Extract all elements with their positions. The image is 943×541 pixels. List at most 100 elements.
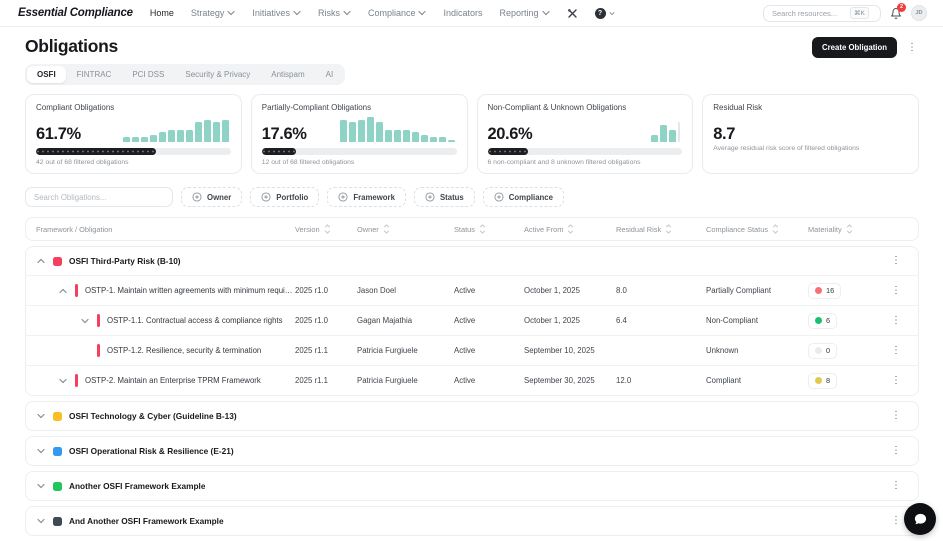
obligation-color-bar	[97, 314, 100, 327]
chat-widget-button[interactable]	[904, 503, 936, 535]
tools-icon[interactable]	[567, 8, 578, 19]
obligation-row[interactable]: OSTP-2. Maintain an Enterprise TPRM Fram…	[26, 365, 918, 395]
help-menu[interactable]: ?	[594, 7, 615, 19]
framework-color-marker	[53, 446, 62, 456]
expand-caret[interactable]	[36, 448, 46, 454]
sort-icon	[383, 224, 389, 234]
filter-chip-framework[interactable]: Framework	[327, 187, 406, 207]
nav-item-reporting[interactable]: Reporting	[500, 8, 550, 18]
nav-item-indicators[interactable]: Indicators	[443, 8, 482, 18]
spark-bar	[339, 119, 347, 142]
framework-group-row[interactable]: OSFI Third-Party Risk (B-10) ⋮	[26, 247, 918, 275]
obligation-search-input[interactable]	[25, 187, 173, 207]
obligation-row[interactable]: OSTP-1.2. Resilience, security & termina…	[26, 335, 918, 365]
collapse-caret[interactable]	[36, 258, 46, 264]
cell-version: 2025 r1.1	[295, 376, 328, 385]
column-header-materiality[interactable]: Materiality	[808, 224, 884, 234]
nav-item-strategy[interactable]: Strategy	[191, 8, 236, 18]
filter-chip-owner[interactable]: Owner	[181, 187, 243, 207]
row-kebab-menu-icon[interactable]: ⋮	[884, 446, 908, 456]
spark-bar	[122, 137, 130, 142]
filter-bar: Owner Portfolio Framework Status Compliance	[25, 187, 919, 207]
framework-group-box: OSFI Third-Party Risk (B-10) ⋮ OSTP-1. Mai…	[25, 246, 919, 396]
cell-materiality: 8	[808, 372, 884, 389]
tab-ai[interactable]: AI	[316, 66, 344, 83]
brand-logo[interactable]: Essential Compliance	[18, 7, 133, 19]
spark-bar	[411, 132, 419, 142]
tab-antispam[interactable]: Antispam	[261, 66, 314, 83]
obligation-row[interactable]: OSTP-1. Maintain written agreements with…	[26, 275, 918, 305]
cell-status: Active	[454, 376, 476, 385]
framework-group-box: OSFI Operational Risk & Resilience (E-21…	[25, 436, 919, 466]
kpi-card-0: Compliant Obligations 61.7% 42 out of 68 f…	[25, 94, 242, 174]
column-header-version[interactable]: Version	[295, 224, 357, 234]
filter-chip-compliance[interactable]: Compliance	[482, 187, 564, 207]
obligation-color-bar	[97, 344, 100, 357]
framework-group-row[interactable]: And Another OSFI Framework Example ⋮	[26, 507, 918, 535]
framework-name: And Another OSFI Framework Example	[69, 516, 224, 526]
chevron-down-icon	[81, 318, 89, 323]
nav-item-home[interactable]: Home	[150, 8, 174, 18]
cell-owner: Patricia Furgiuele	[357, 376, 418, 385]
row-kebab-menu-icon[interactable]: ⋮	[884, 285, 908, 296]
framework-name: OSFI Technology & Cyber (Guideline B-13)	[69, 411, 237, 421]
tab-security-privacy[interactable]: Security & Privacy	[175, 66, 260, 83]
chevron-down-icon	[541, 10, 550, 16]
spark-bar	[429, 137, 437, 142]
row-kebab-menu-icon[interactable]: ⋮	[884, 345, 908, 356]
cell-version: 2025 r1.1	[295, 346, 328, 355]
page-kebab-menu-icon[interactable]: ⋮	[905, 41, 919, 55]
kpi-card-mid: 20.6%	[488, 116, 683, 142]
nav-left: Essential Compliance Home Strategy Initiat…	[18, 7, 615, 19]
cell-compliance-status: Compliant	[706, 376, 742, 385]
tab-pci-dss[interactable]: PCI DSS	[122, 66, 174, 83]
nav-item-compliance[interactable]: Compliance	[368, 8, 427, 18]
sort-icon	[568, 224, 574, 234]
notifications-button[interactable]: 2	[890, 2, 906, 20]
chat-icon	[914, 513, 926, 524]
materiality-badge: 0	[808, 342, 838, 359]
framework-group-row[interactable]: OSFI Technology & Cyber (Guideline B-13)…	[26, 402, 918, 430]
column-header-compliance-status[interactable]: Compliance Status	[706, 224, 808, 234]
row-kebab-menu-icon[interactable]: ⋮	[884, 256, 908, 266]
nav-item-risks[interactable]: Risks	[318, 8, 351, 18]
cell-owner: Gagan Majathia	[357, 316, 413, 325]
nav-item-initiatives[interactable]: Initiatives	[252, 8, 301, 18]
create-obligation-button[interactable]: Create Obligation	[812, 37, 897, 58]
column-header-residual-risk[interactable]: Residual Risk	[616, 224, 706, 234]
obligation-row[interactable]: OSTP-1.1. Contractual access & complianc…	[26, 305, 918, 335]
expand-caret[interactable]	[80, 318, 90, 324]
global-search-input[interactable]	[772, 8, 844, 18]
collapse-caret[interactable]	[58, 288, 68, 294]
framework-color-marker	[53, 256, 62, 266]
expand-caret[interactable]	[36, 413, 46, 419]
framework-group-row[interactable]: OSFI Operational Risk & Resilience (E-21…	[26, 437, 918, 465]
kpi-card-caption: 42 out of 68 filtered obligations	[36, 159, 129, 166]
filter-chip-portfolio[interactable]: Portfolio	[250, 187, 320, 207]
cell-status: Active	[454, 316, 476, 325]
row-kebab-menu-icon[interactable]: ⋮	[884, 481, 908, 491]
materiality-badge: 16	[808, 282, 842, 299]
column-header-status[interactable]: Status	[454, 224, 524, 234]
row-kebab-menu-icon[interactable]: ⋮	[884, 411, 908, 421]
cell-compliance-status: Non-Compliant	[706, 316, 759, 325]
kpi-card-caption: 12 out of 68 filtered obligations	[261, 159, 355, 166]
tab-fintrac[interactable]: FINTRAC	[67, 66, 122, 83]
global-search[interactable]: ⌘K	[763, 4, 881, 22]
row-kebab-menu-icon[interactable]: ⋮	[884, 315, 908, 326]
framework-group-row[interactable]: Another OSFI Framework Example ⋮	[26, 472, 918, 500]
expand-caret[interactable]	[36, 483, 46, 489]
filter-chip-status[interactable]: Status	[413, 187, 475, 207]
row-kebab-menu-icon[interactable]: ⋮	[884, 375, 908, 386]
app-window: Essential Compliance Home Strategy Initiat…	[0, 0, 943, 541]
cell-active-from: October 1, 2025	[524, 316, 580, 325]
chevron-down-icon	[343, 10, 351, 16]
materiality-badge: 6	[808, 312, 838, 329]
column-header-owner[interactable]: Owner	[357, 224, 454, 234]
spark-bar	[131, 137, 139, 142]
avatar[interactable]: JD	[911, 5, 927, 21]
expand-caret[interactable]	[58, 378, 68, 384]
column-header-active-from[interactable]: Active From	[524, 224, 616, 234]
expand-caret[interactable]	[36, 518, 46, 524]
tab-osfi[interactable]: OSFI	[27, 66, 66, 83]
